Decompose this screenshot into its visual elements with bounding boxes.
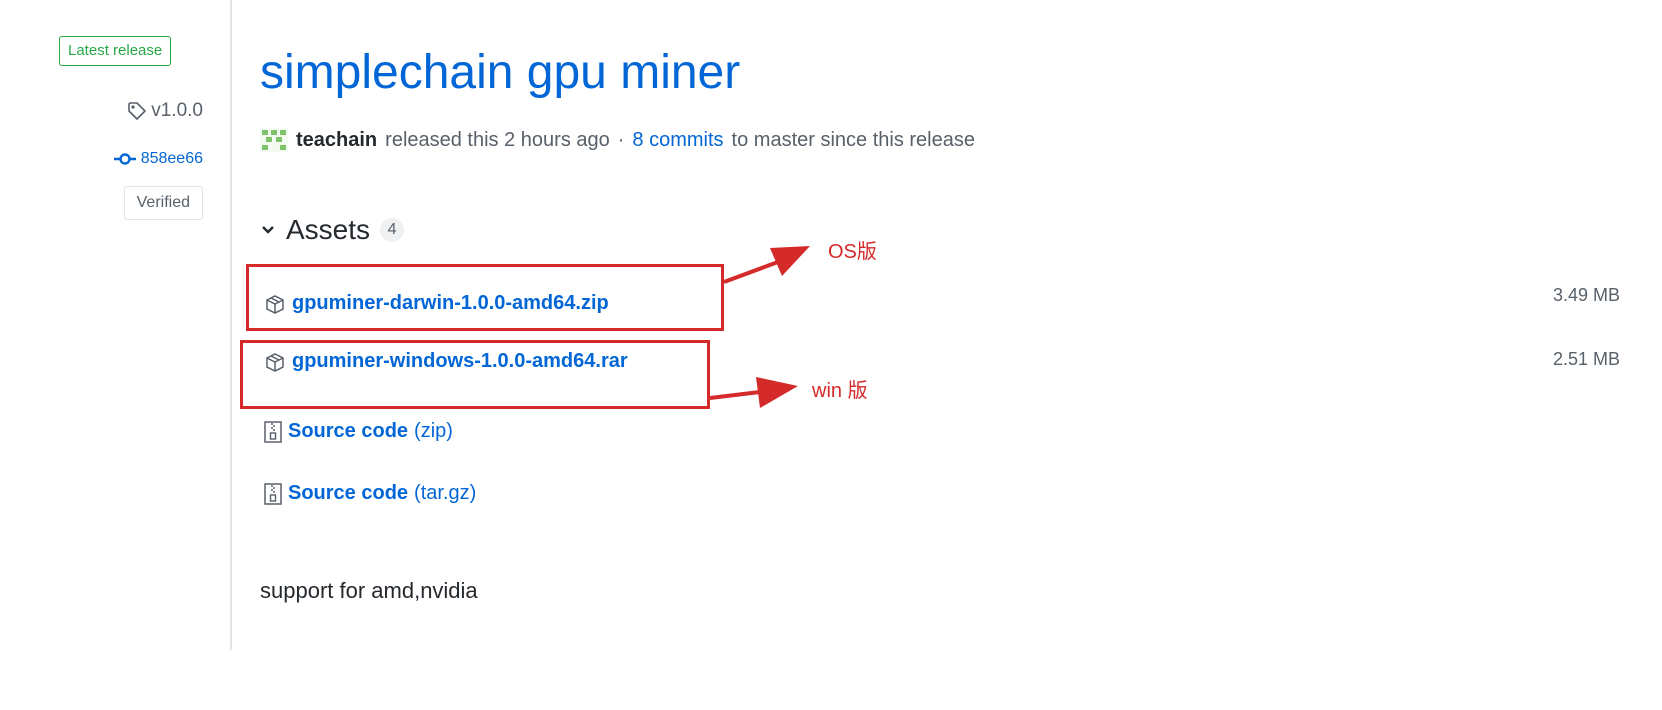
arrow-win-head: [756, 377, 798, 408]
arrow-os: [723, 260, 779, 284]
annotation-win-label: win 版: [812, 380, 868, 402]
arrow-os-head: [770, 246, 810, 276]
annotation-os-label: OS版: [828, 241, 877, 263]
annotation-arrows: [709, 246, 810, 408]
arrow-win: [709, 390, 761, 400]
